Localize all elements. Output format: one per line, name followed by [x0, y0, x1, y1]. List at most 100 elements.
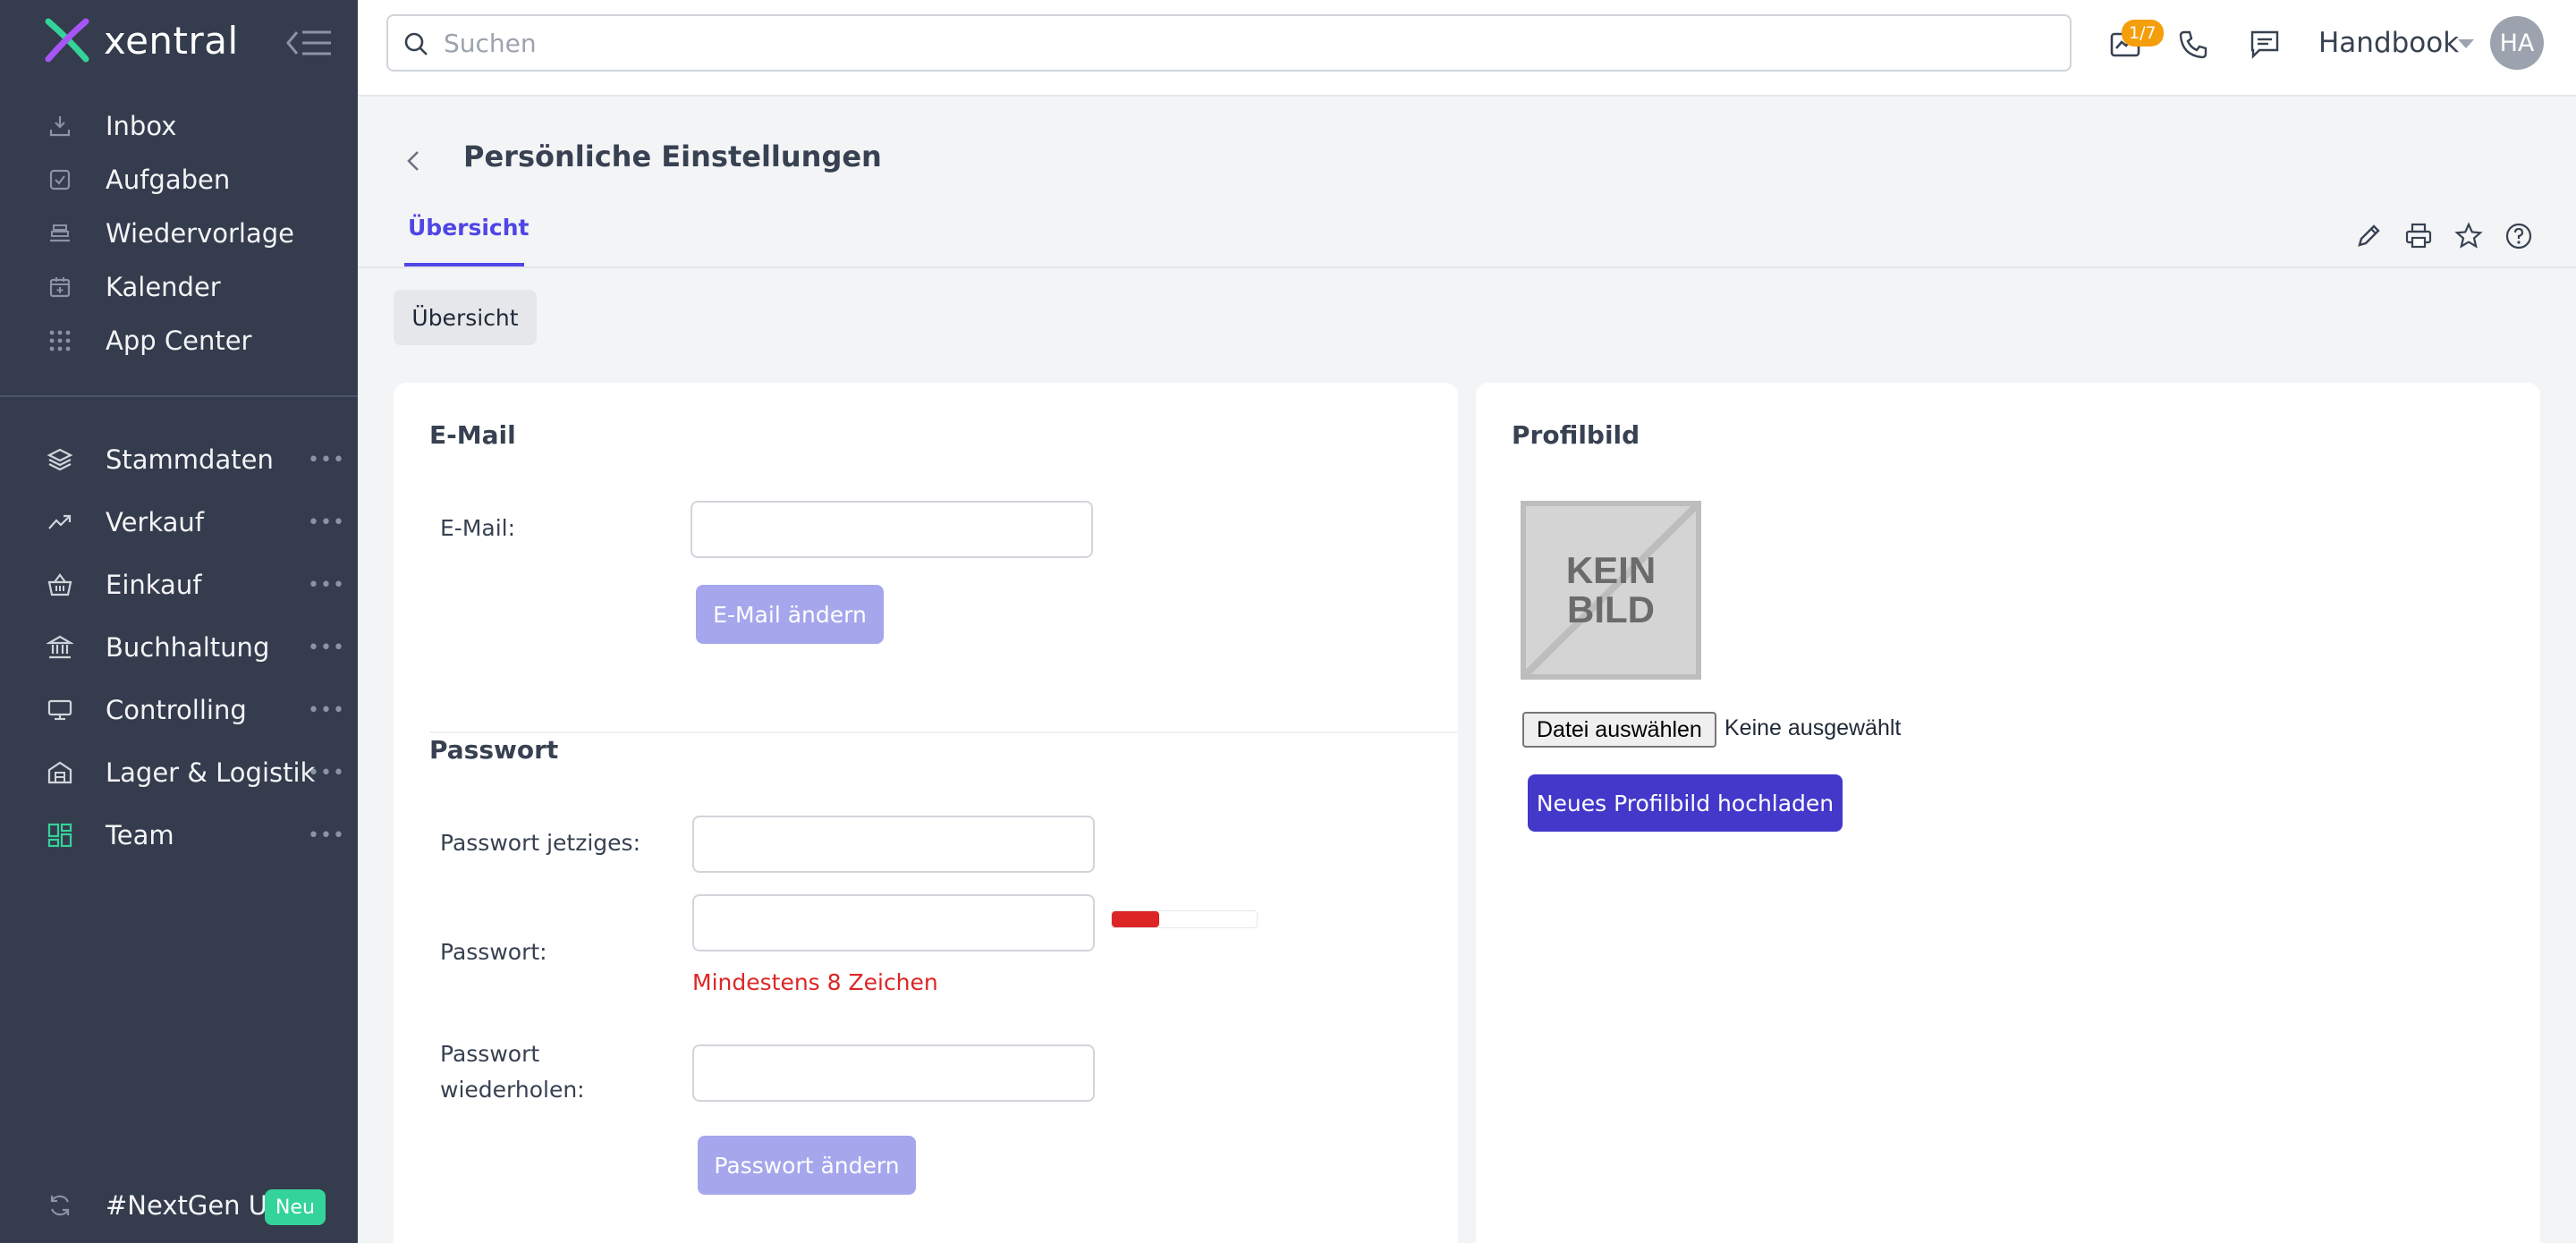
- change-email-button[interactable]: E-Mail ändern: [696, 585, 884, 644]
- email-section-title: E-Mail: [429, 420, 516, 450]
- more-icon[interactable]: •••: [308, 512, 345, 534]
- sidebar-item-label: Controlling: [106, 695, 247, 725]
- active-tab-indicator: [404, 263, 524, 266]
- task-icon: [45, 165, 75, 195]
- xentral-logo[interactable]: xentral: [43, 14, 239, 66]
- sidebar-item-buchhaltung[interactable]: Buchhaltung •••: [0, 622, 358, 672]
- trend-icon: [45, 507, 75, 537]
- xentral-logo-icon: [45, 18, 89, 63]
- profile-section-title: Profilbild: [1512, 420, 1640, 450]
- sidebar-item-label: Inbox: [106, 111, 177, 141]
- warehouse-icon: [45, 757, 75, 788]
- password-section-title: Passwort: [429, 735, 559, 765]
- sidebar-item-label: Aufgaben: [106, 165, 231, 195]
- stack-icon: [45, 218, 75, 249]
- new-badge: Neu: [265, 1189, 326, 1225]
- sidebar-item-controlling[interactable]: Controlling •••: [0, 685, 358, 735]
- upload-profile-picture-button[interactable]: Neues Profilbild hochladen: [1528, 774, 1843, 832]
- password-strength-fill: [1112, 911, 1160, 927]
- pencil-icon: [2358, 224, 2380, 247]
- sidebar-item-lager-logistik[interactable]: Lager & Logistik •••: [0, 748, 358, 798]
- tab-uebersicht[interactable]: Übersicht: [408, 215, 530, 241]
- collapse-sidebar-button[interactable]: [284, 25, 335, 61]
- chevron-left-icon: [407, 151, 419, 171]
- sidebar-item-label: Verkauf: [106, 507, 204, 537]
- print-button[interactable]: [2401, 218, 2436, 254]
- sidebar-item-kalender[interactable]: Kalender: [0, 262, 358, 312]
- sidebar-item-stammdaten[interactable]: Stammdaten •••: [0, 435, 358, 485]
- phone-button[interactable]: [2174, 25, 2213, 64]
- sidebar-item-label: Lager & Logistik: [106, 757, 316, 788]
- sidebar-item-label: #NextGen UI: [106, 1190, 275, 1221]
- help-button[interactable]: [2501, 218, 2537, 254]
- sidebar-item-label: Buchhaltung: [106, 632, 270, 663]
- phone-icon: [2179, 30, 2207, 59]
- more-icon[interactable]: •••: [308, 574, 345, 596]
- password-strength-meter: [1111, 910, 1258, 928]
- more-icon[interactable]: •••: [308, 449, 345, 471]
- repeat-password-field[interactable]: [692, 1044, 1095, 1102]
- choose-file-button[interactable]: Datei auswählen: [1522, 712, 1716, 748]
- placeholder-text-line2: BILD: [1567, 588, 1655, 630]
- sidebar-item-label: Kalender: [106, 272, 221, 302]
- more-icon[interactable]: •••: [308, 824, 345, 847]
- inbox-icon: [45, 111, 75, 141]
- current-password-label: Passwort jetziges:: [440, 830, 640, 856]
- repeat-password-label-line2: wiederholen:: [440, 1077, 585, 1103]
- sidebar-item-wiedervorlage[interactable]: Wiedervorlage: [0, 208, 358, 258]
- sidebar-item-inbox[interactable]: Inbox: [0, 101, 358, 151]
- new-password-field[interactable]: [692, 894, 1095, 951]
- chat-button[interactable]: [2245, 25, 2284, 64]
- email-field[interactable]: [691, 501, 1093, 558]
- more-icon[interactable]: •••: [308, 699, 345, 722]
- avatar[interactable]: HA: [2490, 16, 2544, 70]
- workspace-selector[interactable]: Handbook: [2318, 27, 2459, 59]
- profile-picture-card: Profilbild KEIN BILD Datei auswählen Kei…: [1476, 383, 2540, 1243]
- more-icon[interactable]: •••: [308, 762, 345, 784]
- chat-icon: [2250, 30, 2279, 59]
- sidebar-item-einkauf[interactable]: Einkauf •••: [0, 560, 358, 610]
- bank-icon: [45, 632, 75, 663]
- search-input[interactable]: [444, 23, 2036, 63]
- sidebar-item-app-center[interactable]: App Center: [0, 316, 358, 366]
- sidebar-divider: [0, 395, 358, 397]
- more-icon[interactable]: •••: [308, 637, 345, 659]
- page-header: Persönliche Einstellungen Übersicht: [358, 97, 2576, 268]
- favorite-button[interactable]: [2451, 218, 2487, 254]
- back-button[interactable]: [394, 141, 433, 181]
- sidebar-item-label: Einkauf: [106, 570, 202, 600]
- sidebar: xentral Inbox Aufgaben Wiedervorlage Kal…: [0, 0, 358, 1243]
- page-title: Persönliche Einstellungen: [463, 140, 882, 173]
- profile-image-placeholder: KEIN BILD: [1521, 501, 1701, 680]
- sidebar-item-label: App Center: [106, 326, 252, 356]
- layers-icon: [45, 444, 75, 475]
- search-icon: [402, 30, 429, 57]
- sidebar-item-label: Stammdaten: [106, 444, 274, 475]
- sidebar-item-verkauf[interactable]: Verkauf •••: [0, 497, 358, 547]
- search-box[interactable]: [386, 14, 2072, 72]
- chevron-down-icon[interactable]: [2458, 39, 2474, 48]
- app-name: xentral: [104, 18, 239, 63]
- monitor-icon: [45, 695, 75, 725]
- top-bar: 1/7 Handbook HA: [358, 0, 2576, 97]
- new-password-label: Passwort:: [440, 939, 547, 965]
- team-icon: [45, 820, 75, 850]
- star-icon: [2454, 222, 2483, 249]
- sidebar-item-label: Team: [106, 820, 174, 850]
- grid-icon: [45, 326, 75, 356]
- subtab-uebersicht[interactable]: Übersicht: [394, 290, 537, 345]
- email-label: E-Mail:: [440, 515, 516, 541]
- repeat-password-label-line1: Passwort: [440, 1041, 540, 1067]
- sidebar-item-team[interactable]: Team •••: [0, 810, 358, 860]
- account-card: E-Mail E-Mail: E-Mail ändern Passwort Pa…: [394, 383, 1458, 1243]
- placeholder-text-line1: KEIN: [1565, 549, 1657, 591]
- edit-button[interactable]: [2351, 218, 2386, 254]
- refresh-icon: [45, 1190, 75, 1221]
- help-icon: [2505, 223, 2532, 249]
- basket-icon: [45, 570, 75, 600]
- sidebar-item-aufgaben[interactable]: Aufgaben: [0, 155, 358, 205]
- current-password-field[interactable]: [692, 816, 1095, 873]
- notification-badge: 1/7: [2122, 20, 2164, 47]
- section-divider: [429, 731, 1458, 733]
- change-password-button[interactable]: Passwort ändern: [698, 1136, 916, 1195]
